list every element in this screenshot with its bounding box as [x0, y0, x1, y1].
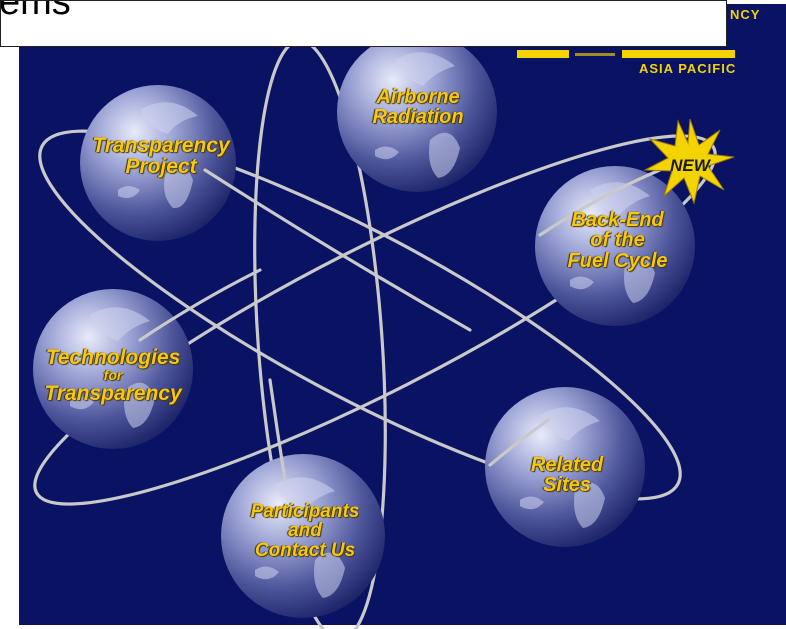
orbit-front-segment-1	[203, 168, 472, 332]
brand-bar-right	[622, 50, 735, 58]
nav-link-airborne-radiation[interactable]: Airborne Radiation	[355, 87, 481, 128]
brand-bar-middle	[575, 53, 615, 56]
new-badge-label: NEW	[670, 156, 712, 175]
nav-link-transparency-project[interactable]: Transparency Project	[86, 135, 236, 178]
nav-link-related-sites[interactable]: Related Sites	[507, 455, 627, 496]
page: ems NCY Asia Pacific	[0, 0, 786, 629]
brand-subtitle: Asia Pacific	[639, 61, 737, 76]
brand-word: NCY	[730, 7, 761, 22]
title-overlay: ems	[0, 0, 727, 47]
nav-link-participants-contact-us[interactable]: Participants and Contact Us	[230, 502, 380, 561]
nav-link-back-end-fuel-cycle[interactable]: Back-End of the Fuel Cycle	[555, 210, 680, 272]
brand-bar-left	[517, 50, 569, 58]
nav-link-technologies-for-transparency[interactable]: Technologies for Transparency	[33, 347, 193, 405]
page-title-fragment: ems	[0, 0, 71, 23]
